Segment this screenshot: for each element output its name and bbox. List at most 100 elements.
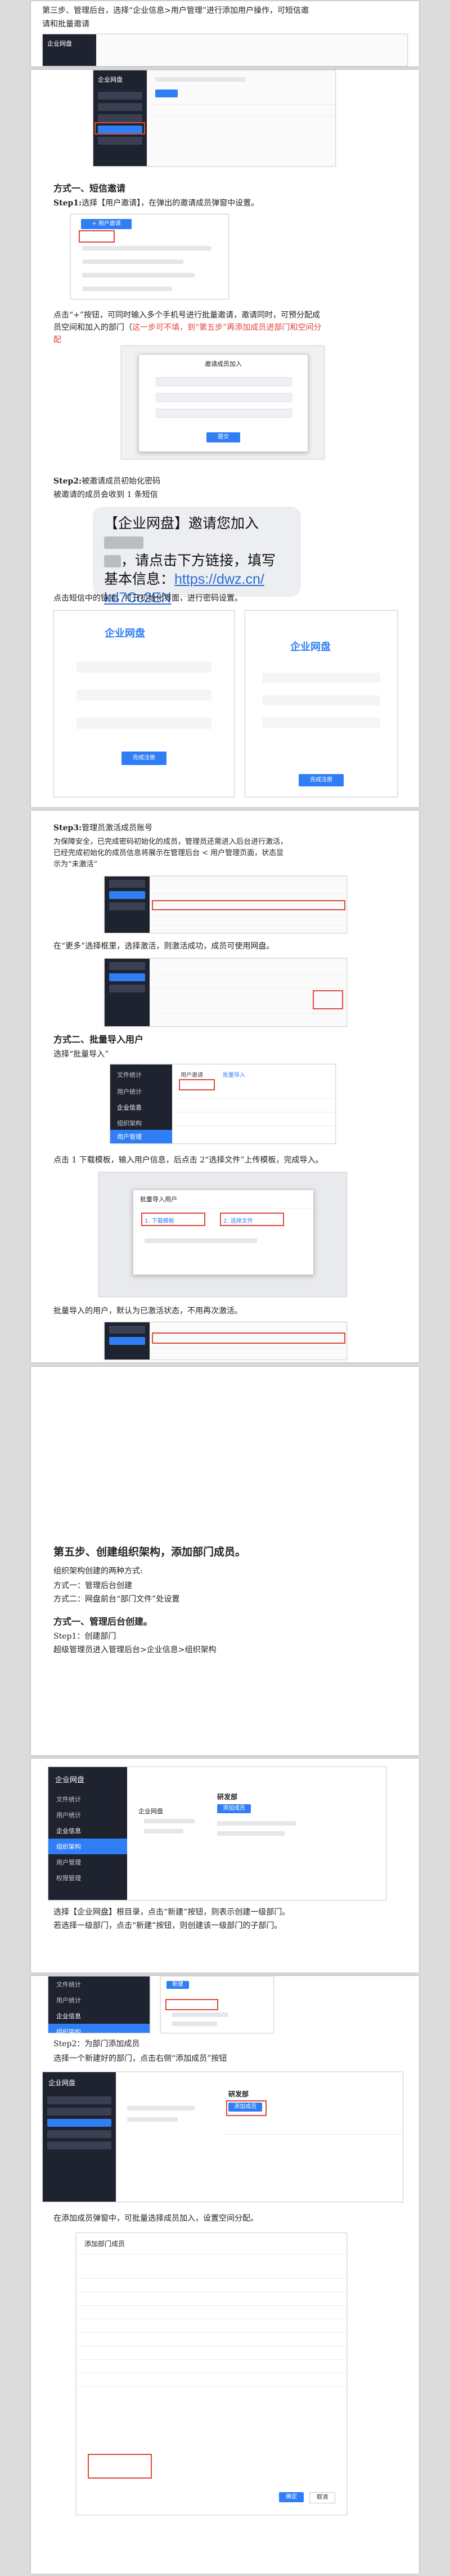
step3-label: Step3: <box>53 824 82 833</box>
step5-step2-sub: 选择一个新建好的部门，点击右侧“添加成员”按钮 <box>53 2054 227 2063</box>
menu-file[interactable]: 文件统计 <box>48 1976 150 1992</box>
import-modal-title: 批量导入用户 <box>133 1190 313 1209</box>
sms-line3: 基本信息： <box>104 571 175 587</box>
method1-title: 方式一、短信邀请 <box>53 183 126 194</box>
init-title: 企业网盘 <box>105 628 145 639</box>
highlight-choose <box>220 1213 284 1226</box>
doc-page-6: 文件统计 用户统计 企业信息 组织架构 新建 Step2：为部门添加成员 选择一… <box>31 1976 419 2574</box>
dept-name-2: 研发部 <box>228 2090 249 2098</box>
after-import-text: 批量导入的用户，默认为已激活状态，不用再次激活。 <box>53 1307 242 1316</box>
menu-user[interactable]: 用户统计 <box>48 1992 150 2008</box>
highlight-root <box>165 1999 218 2010</box>
method2-title: 方式二、批量导入用户 <box>53 1034 144 1045</box>
step3-p2: 已经完成初始化的成员信息将展示在管理后台 < 用户管理页面，状态显 <box>53 849 284 857</box>
new-button[interactable]: 新建 <box>166 1981 189 1989</box>
doc-page-1: 第三步、管理后台，选择“企业信息>用户管理”进行添加用户操作，可短信邀 请和批量… <box>31 1 419 66</box>
menu-org[interactable]: 组织架构 <box>110 1116 172 1130</box>
doc-page-2: 企业网盘 方式一、短信邀请 Step1:选择【用户邀请】，在弹出的邀请成员弹窗中… <box>31 70 419 807</box>
invite-modal-screenshot: 邀请成员加入 提交 <box>121 346 325 459</box>
menu-file[interactable]: 文件统计 <box>48 1791 127 1807</box>
admin-user-mgmt-screenshot: 企业网盘 <box>42 34 408 66</box>
highlight-add-member <box>226 2100 267 2116</box>
highlight-more-menu <box>313 990 343 1009</box>
highlight-imported-row <box>152 1332 345 1344</box>
sms-line2: ，请点击下方链接，填写 <box>121 553 276 569</box>
menu-org[interactable]: 组织架构 <box>48 1839 127 1854</box>
dept-name: 研发部 <box>217 1793 238 1801</box>
step5-title: 第五步、创建组织架构，添加部门成员。 <box>53 1546 246 1558</box>
step1-text: 选择【用户邀请】，在弹出的邀请成员弹窗中设置。 <box>82 199 259 208</box>
menu-org[interactable]: 组织架构 <box>48 2024 150 2033</box>
step5-sub: 组织架构创建的两种方式: <box>53 1567 143 1576</box>
app-name: 企业网盘 <box>47 40 72 47</box>
new-dept-screenshot: 新建 <box>160 1976 274 2033</box>
step3-intro-line2: 请和批量邀请 <box>42 20 89 29</box>
batch-import-tab[interactable]: 批量导入 <box>223 1070 245 1079</box>
method2-select-text: 选择“批量导入” <box>53 1050 109 1059</box>
menu-perm[interactable]: 权限管理 <box>48 1870 127 1886</box>
sms-link[interactable]: https://dwz.cn/ <box>174 571 264 587</box>
highlight-download <box>141 1213 205 1226</box>
step3-p1: 为保障安全，已完成密码初始化的成员，管理员还需进入后台进行激活， <box>53 838 288 846</box>
step5-opt1: 方式一：管理后台创建 <box>53 1581 132 1590</box>
invite-modal-title: 邀请成员加入 <box>205 360 242 368</box>
invite-button[interactable] <box>155 90 178 97</box>
step3-intro-line1: 第三步、管理后台，选择“企业信息>用户管理”进行添加用户操作，可短信邀 <box>42 6 309 15</box>
add-member-text: 在添加成员弹窗中，可批量选择成员加入，设置空间分配。 <box>53 2214 258 2223</box>
doc-page-5: 企业网盘 文件统计 用户统计 企业信息 组织架构 用户管理 权限管理 企业网盘 … <box>31 1759 419 1973</box>
mobile-confirm-button[interactable]: 完成注册 <box>299 774 344 786</box>
highlight-space-alloc <box>88 2454 152 2479</box>
user-invite-tab[interactable]: 用户邀请 <box>181 1070 203 1079</box>
menu-info[interactable]: 企业信息 <box>48 1823 127 1839</box>
org-structure-screenshot: 企业网盘 文件统计 用户统计 企业信息 组织架构 用户管理 权限管理 企业网盘 … <box>48 1766 386 1900</box>
import-modal-screenshot: 批量导入用户 1. 下载模板 2. 选择文件 <box>98 1172 347 1297</box>
add-text2-red: 这一步可不填，到“第五步”再添加成员进部门和空间分 <box>132 323 322 332</box>
step1-label: Step1: <box>53 199 82 208</box>
modal-ok-button[interactable]: 确定 <box>279 2492 304 2502</box>
step5-step1-sub: 超级管理员进入管理后台>企业信息>组织架构 <box>53 1645 217 1654</box>
add-text3: 配 <box>53 336 61 345</box>
download-text: 点击 1 下载模板，输入用户信息，后点击 2“选择文件”上传模板，完成导入。 <box>53 1156 323 1165</box>
menu-user[interactable]: 用户统计 <box>110 1085 172 1098</box>
confirm-button[interactable]: 完成注册 <box>122 752 166 765</box>
user-management-screenshot: 企业网盘 <box>93 70 336 167</box>
invite-dropdown-screenshot: + 用户邀请 <box>70 214 229 299</box>
org-menu-screenshot: 文件统计 用户统计 企业信息 组织架构 <box>48 1976 150 2033</box>
add-member-button[interactable]: 添加成员 <box>217 1804 251 1813</box>
menu-users[interactable]: 用户管理 <box>110 1130 172 1143</box>
menu-users[interactable]: 用户管理 <box>48 1854 127 1870</box>
app-name: 企业网盘 <box>55 1776 85 1785</box>
step5-step2: Step2：为部门添加成员 <box>53 2040 140 2049</box>
doc-page-3: Step3:管理员激活成员账号 为保障安全，已完成密码初始化的成员，管理员还需进… <box>31 811 419 1362</box>
highlight-user-mgmt <box>94 122 145 135</box>
user-invite-button[interactable]: + 用户邀请 <box>81 219 132 229</box>
step5-opt2: 方式二：网盘前台“部门文件”处设置 <box>53 1595 180 1604</box>
click-link-text: 点击短信中的链接，打开初始化界面，进行密码设置。 <box>53 594 242 603</box>
import-result-screenshot <box>104 1322 347 1360</box>
step3-p3: 示为“未激活” <box>53 860 98 869</box>
modal-cancel-button[interactable]: 取消 <box>309 2492 335 2503</box>
sel-text1: 选择【企业网盘】根目录，点击“新建”按钮，则表示创建一级部门。 <box>53 1908 290 1917</box>
menu-info[interactable]: 企业信息 <box>110 1098 172 1116</box>
app-name: 企业网盘 <box>48 2079 76 2087</box>
add-member-screenshot: 企业网盘 研发部 添加成员 <box>42 2072 403 2202</box>
menu-info[interactable]: 企业信息 <box>48 2008 150 2024</box>
add-member-modal-screenshot: 添加部门成员 确定 取消 <box>76 2233 347 2515</box>
activate-screenshot <box>104 958 347 1027</box>
menu-user[interactable]: 用户统计 <box>48 1807 127 1823</box>
add-members-title: 添加部门成员 <box>76 2233 346 2255</box>
inactive-user-screenshot <box>104 876 347 933</box>
sms-line1: 【企业网盘】邀请您加入 <box>104 516 259 531</box>
step2-sub: 被邀请的成员会收到 1 条短信 <box>53 490 158 499</box>
org-root[interactable]: 企业网盘 <box>138 1806 163 1815</box>
invite-submit-button[interactable]: 提交 <box>206 432 240 442</box>
step3-text: 管理员激活成员账号 <box>82 824 153 833</box>
highlight-batch-import <box>179 1079 215 1090</box>
step5-step1: Step1：创建部门 <box>53 1632 116 1641</box>
menu-file[interactable]: 文件统计 <box>110 1065 172 1085</box>
mobile-init-screenshot: 企业网盘 完成注册 <box>245 610 398 797</box>
sms-bubble: 【企业网盘】邀请您加入 ，请点击下方链接，填写 基本信息：https://dwz… <box>93 507 301 606</box>
highlight-user-invite <box>79 230 115 243</box>
step2-text: 被邀请成员初始化密码 <box>82 477 161 486</box>
mobile-init-title: 企业网盘 <box>290 641 331 653</box>
